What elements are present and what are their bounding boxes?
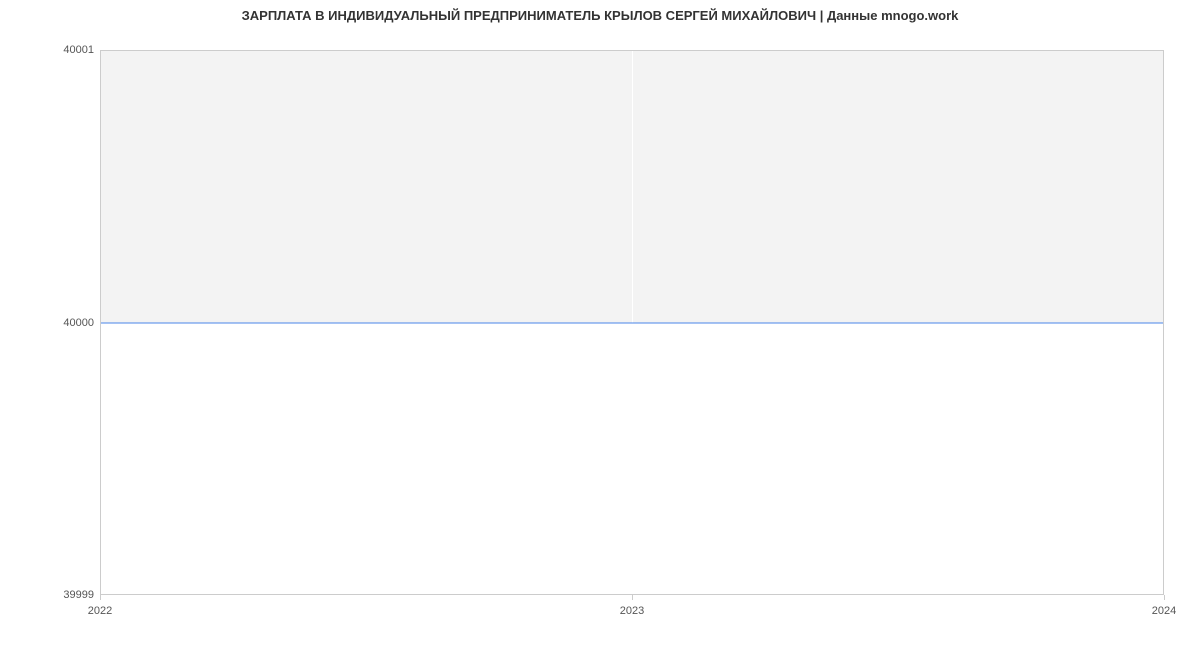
x-tick-mark xyxy=(1164,595,1165,600)
data-line-series-0 xyxy=(101,322,1163,323)
x-tick-label: 2022 xyxy=(88,605,112,617)
chart-title: ЗАРПЛАТА В ИНДИВИДУАЛЬНЫЙ ПРЕДПРИНИМАТЕЛ… xyxy=(0,0,1200,27)
x-tick-label: 2024 xyxy=(1152,605,1176,617)
x-tick-label: 2023 xyxy=(620,605,644,617)
plot-background xyxy=(100,50,1164,595)
y-tick-label: 40000 xyxy=(63,317,94,329)
chart-plot-area: 40001 40000 39999 2022 2023 2024 xyxy=(100,50,1164,595)
x-tick-mark xyxy=(100,595,101,600)
y-tick-label: 39999 xyxy=(63,589,94,601)
x-tick-mark xyxy=(632,595,633,600)
y-tick-label: 40001 xyxy=(63,44,94,56)
